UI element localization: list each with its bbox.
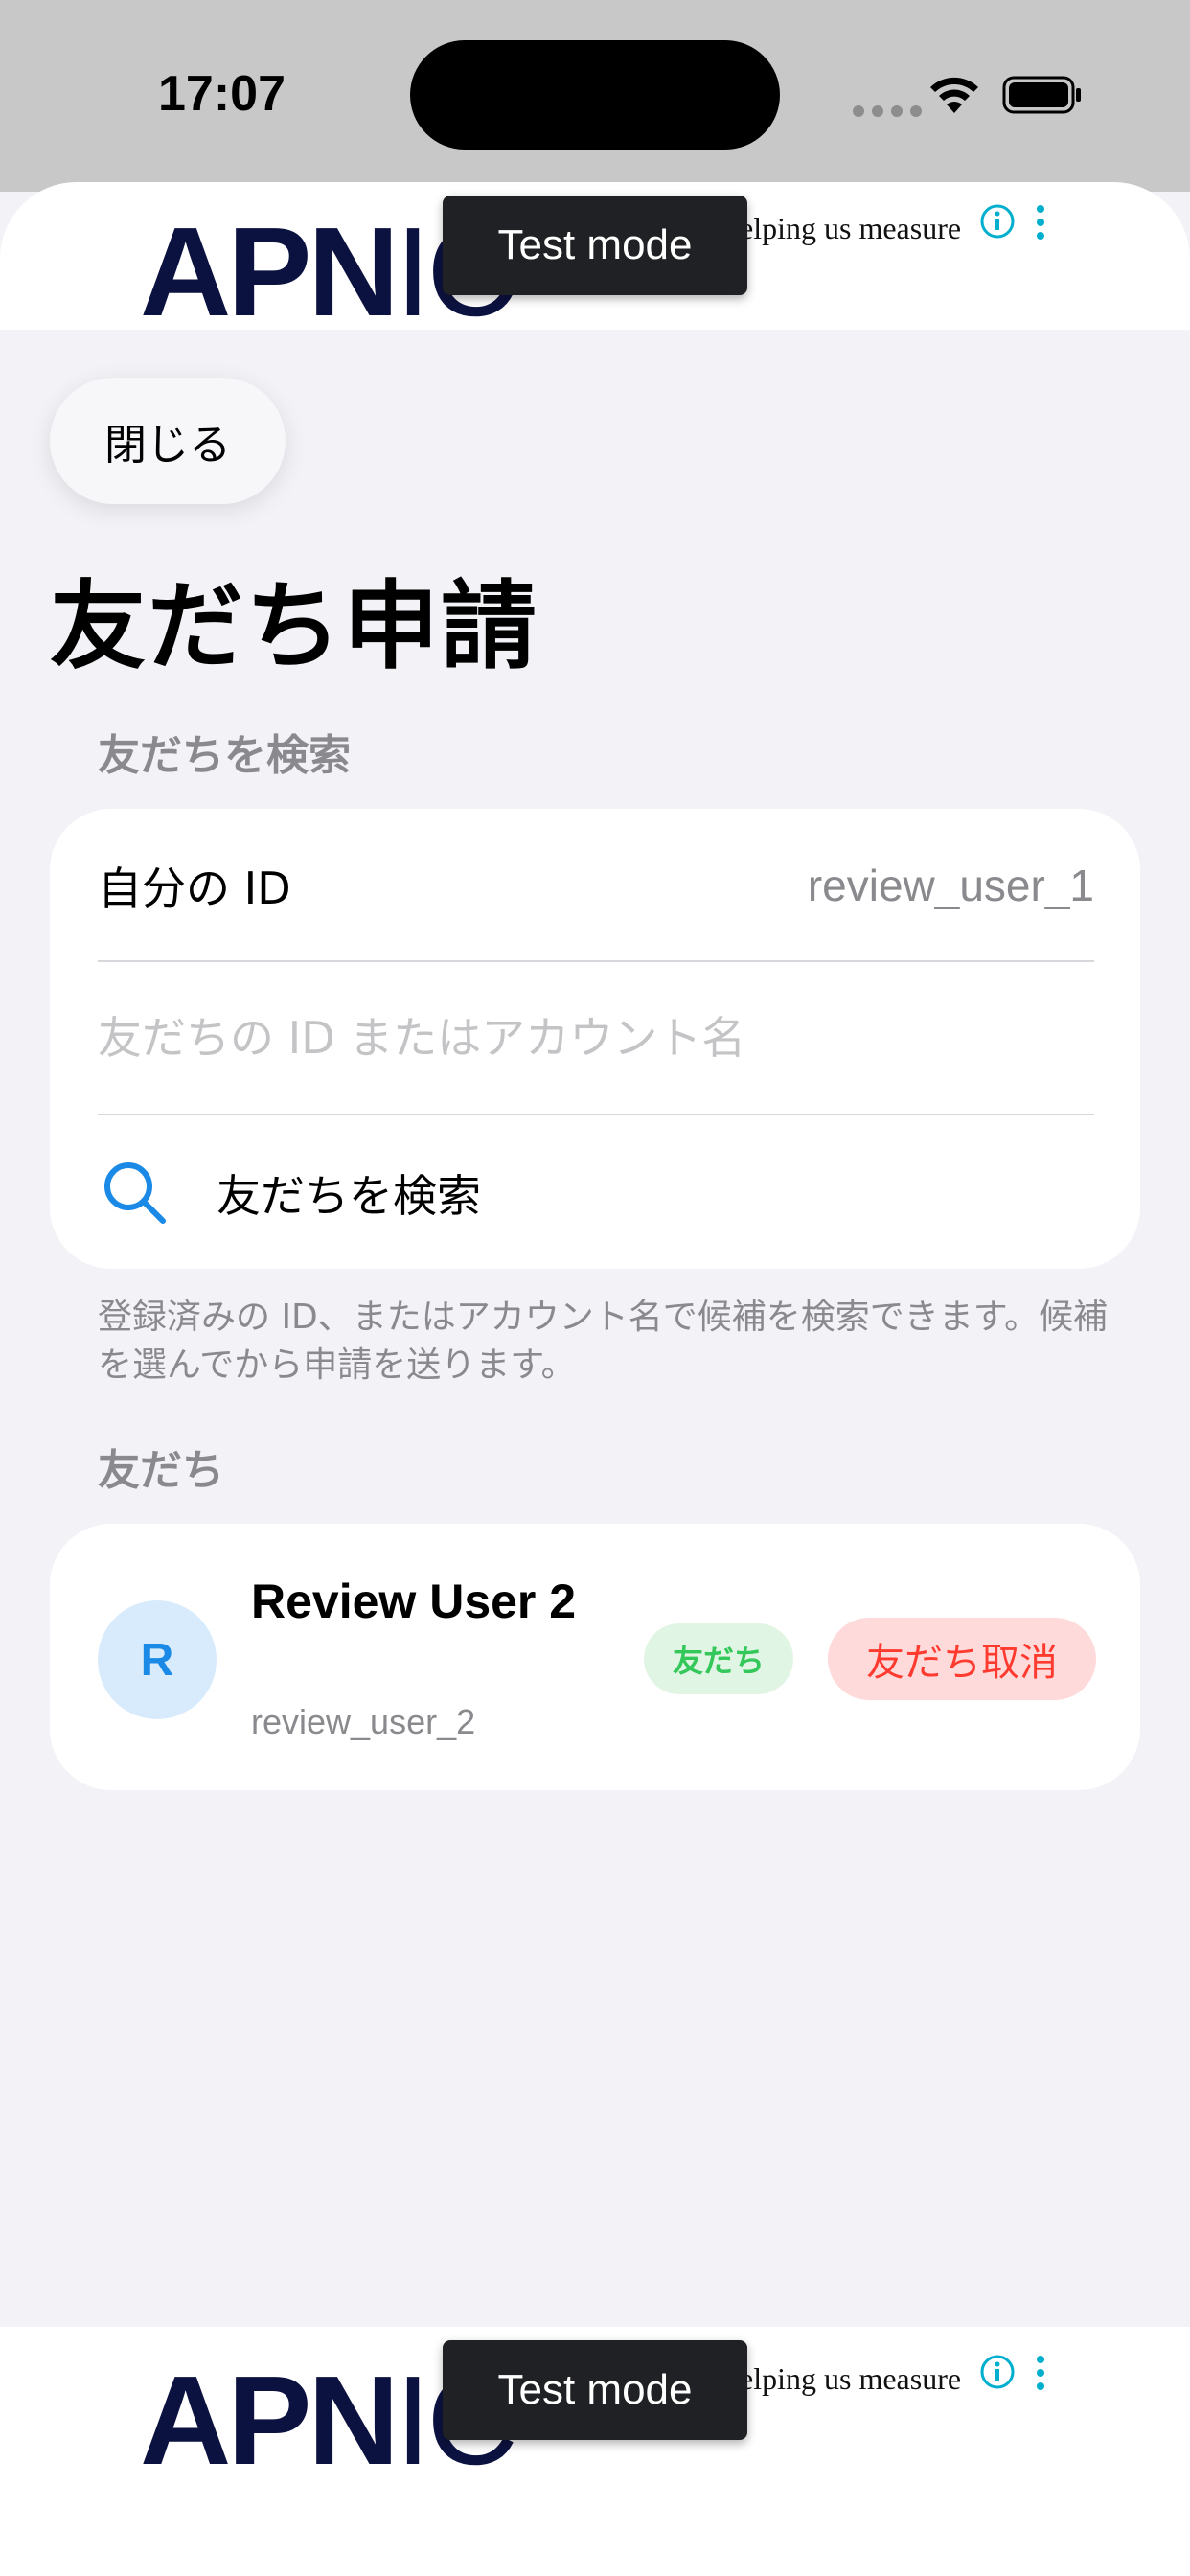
my-id-label: 自分の ID [98, 862, 291, 914]
ad-tagline: elping us measure [740, 211, 962, 245]
friend-status-badge: 友だち [644, 1623, 793, 1694]
ad-info-icon[interactable] [979, 203, 1016, 240]
ad-tagline: elping us measure [740, 2361, 962, 2396]
friend-id-input[interactable] [98, 964, 1094, 1112]
ad-info-icon[interactable] [979, 2354, 1016, 2390]
unfriend-button[interactable]: 友だち取消 [828, 1618, 1096, 1700]
status-bar: 17:07 [0, 0, 1190, 192]
test-mode-badge: Test mode [443, 2340, 747, 2440]
search-card: 自分の ID review_user_1 友だちを検索 [50, 809, 1140, 1269]
ad-banner-top[interactable]: APNIC elping us measure Test mode [0, 182, 1190, 330]
search-friend-label: 友だちを検索 [217, 1170, 481, 1222]
friend-list-item: R Review User 2 review_user_2 友だち 友だち取消 [50, 1524, 1140, 1790]
ad-more-vertical-icon[interactable] [1033, 203, 1048, 242]
friends-section-header: 友だち [98, 1446, 224, 1495]
friend-id: review_user_2 [251, 1702, 476, 1741]
page-title: 友だち申請 [50, 570, 538, 682]
status-time: 17:07 [158, 66, 286, 122]
divider [98, 1114, 1094, 1116]
ad-more-vertical-icon[interactable] [1033, 2354, 1048, 2392]
my-id-value: review_user_1 [807, 861, 1094, 910]
search-icon [104, 1162, 166, 1224]
test-mode-badge: Test mode [443, 196, 747, 295]
ad-banner-bottom[interactable]: APNIC elping us measure Test mode [0, 2327, 1190, 2576]
close-button[interactable]: 閉じる [50, 378, 286, 504]
divider [98, 960, 1094, 962]
search-section-header: 友だちを検索 [98, 731, 351, 780]
battery-icon [1002, 76, 1081, 114]
search-friend-button[interactable]: 友だちを検索 [98, 1117, 1094, 1269]
my-id-row: 自分の ID review_user_1 [98, 809, 1094, 962]
avatar: R [98, 1600, 217, 1719]
cellular-signal-icon [853, 105, 922, 117]
dynamic-island [410, 40, 780, 150]
friend-name: Review User 2 [251, 1575, 577, 1628]
search-helper-text: 登録済みの ID、またはアカウント名で候補を検索できます。候補を選んでから申請を… [98, 1298, 1109, 1385]
wifi-icon [930, 77, 978, 113]
